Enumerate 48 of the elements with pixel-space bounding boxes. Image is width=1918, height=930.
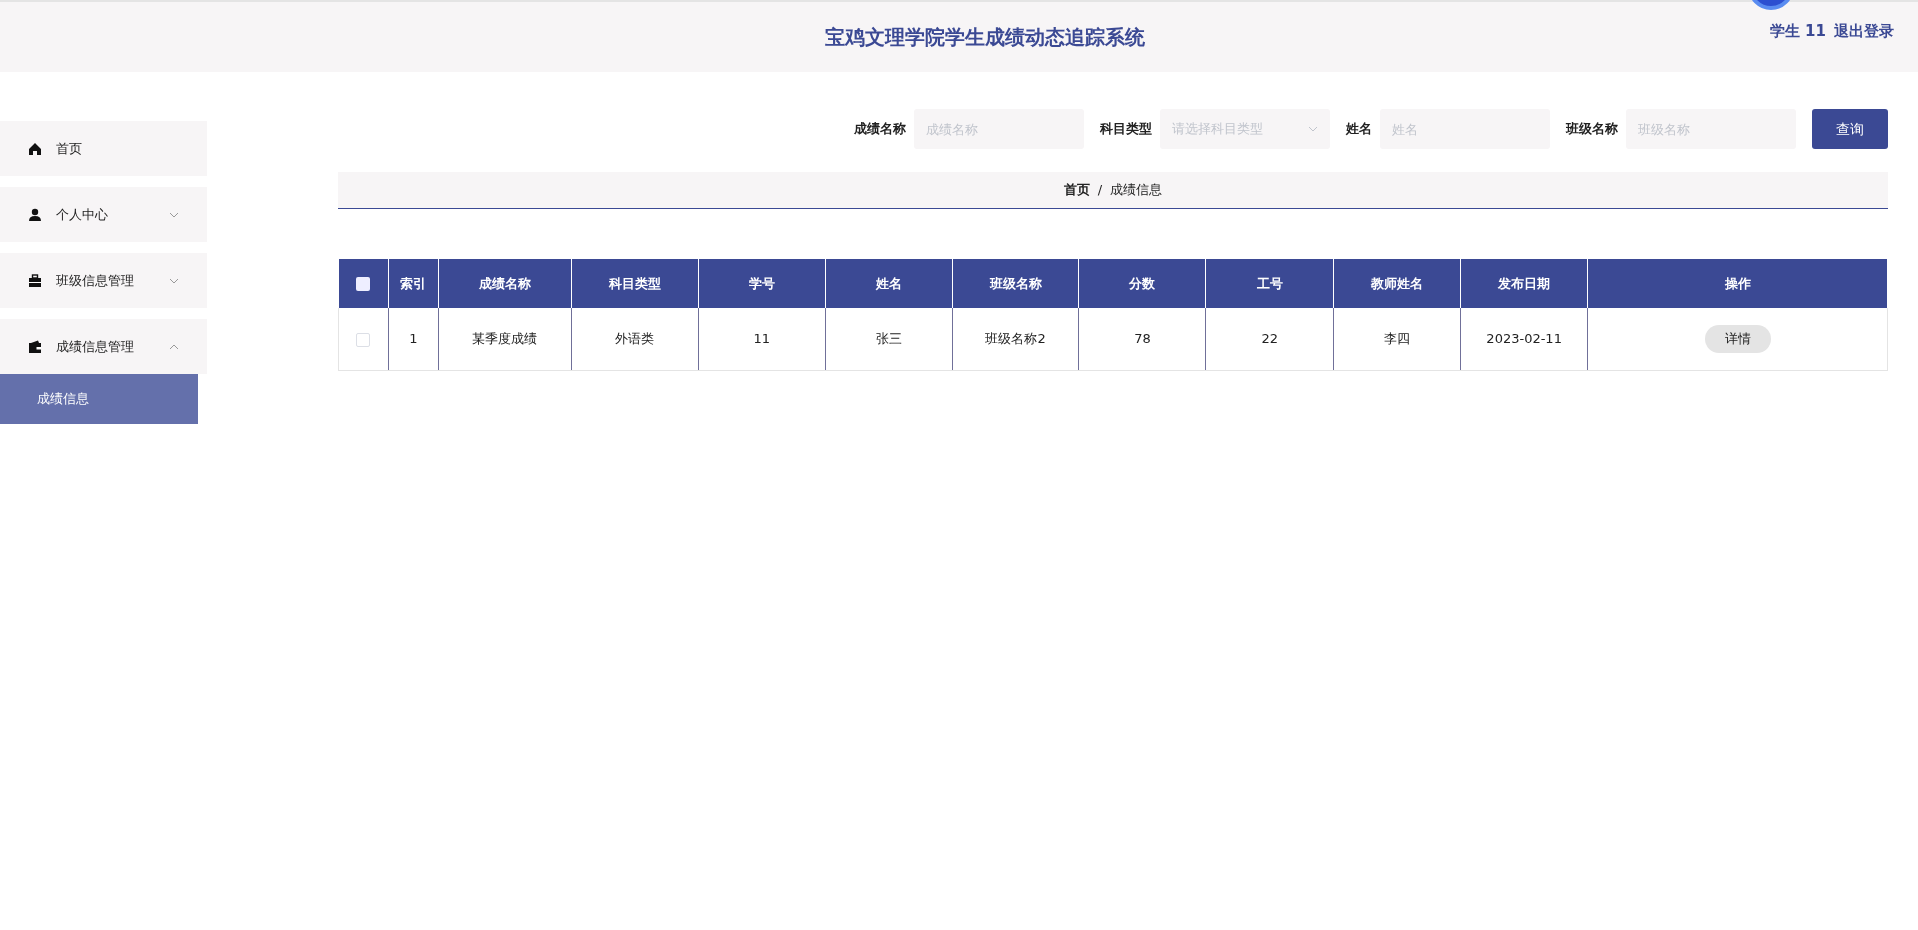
column-header: 发布日期 <box>1460 259 1588 308</box>
breadcrumb-separator: / <box>1097 181 1103 200</box>
table-cell: 李四 <box>1333 308 1461 370</box>
person-icon <box>28 207 42 222</box>
column-header: 学号 <box>698 259 826 308</box>
chevron-up-icon <box>169 343 179 350</box>
field-label: 成绩名称 <box>854 120 906 139</box>
sidebar-item[interactable]: 个人中心 <box>0 187 207 242</box>
search-button[interactable]: 查询 <box>1812 109 1888 149</box>
table-cell: 2023-02-11 <box>1460 308 1588 370</box>
chevron-down-icon <box>1308 126 1318 132</box>
table-cell: 班级名称2 <box>952 308 1079 370</box>
column-header: 科目类型 <box>571 259 699 308</box>
column-header: 工号 <box>1205 259 1334 308</box>
column-header: 操作 <box>1587 259 1888 308</box>
wallet-icon <box>28 339 42 354</box>
details-button[interactable]: 详情 <box>1704 325 1771 353</box>
table-cell: 11 <box>698 308 826 370</box>
column-header: 分数 <box>1078 259 1206 308</box>
sidebar-subitem[interactable]: 成绩信息 <box>0 374 198 424</box>
breadcrumb-current: 成绩信息 <box>1110 181 1163 200</box>
table-cell: 张三 <box>825 308 953 370</box>
select-all-checkbox[interactable] <box>356 277 371 292</box>
briefcase-icon <box>28 273 42 288</box>
sidebar-item[interactable]: 首页 <box>0 121 207 176</box>
table-cell: 1 <box>388 308 439 370</box>
column-header: 班级名称 <box>952 259 1079 308</box>
breadcrumb-link[interactable]: 首页 <box>1063 180 1090 200</box>
table-cell: 外语类 <box>571 308 699 370</box>
chevron-down-icon <box>169 277 179 284</box>
logout-link[interactable]: 退出登录 <box>1834 20 1894 43</box>
home-icon <box>28 141 42 156</box>
field-label: 科目类型 <box>1100 120 1152 139</box>
sidebar-item[interactable]: 班级信息管理 <box>0 253 207 308</box>
table-cell: 22 <box>1205 308 1334 370</box>
user-name: 学生 11 <box>1769 21 1826 42</box>
table-cell: 78 <box>1078 308 1206 370</box>
row-checkbox[interactable] <box>356 332 371 347</box>
chevron-down-icon <box>169 211 179 218</box>
column-header: 姓名 <box>825 259 953 308</box>
field-label: 班级名称 <box>1566 120 1618 139</box>
app-title: 宝鸡文理学院学生成绩动态追踪系统 <box>823 24 1146 51</box>
column-header: 教师姓名 <box>1333 259 1461 308</box>
field-label: 姓名 <box>1346 120 1372 139</box>
sidebar-item[interactable]: 成绩信息管理 <box>0 319 207 374</box>
column-header: 成绩名称 <box>438 259 572 308</box>
column-header: 索引 <box>388 259 439 308</box>
table-cell: 某季度成绩 <box>438 308 572 370</box>
